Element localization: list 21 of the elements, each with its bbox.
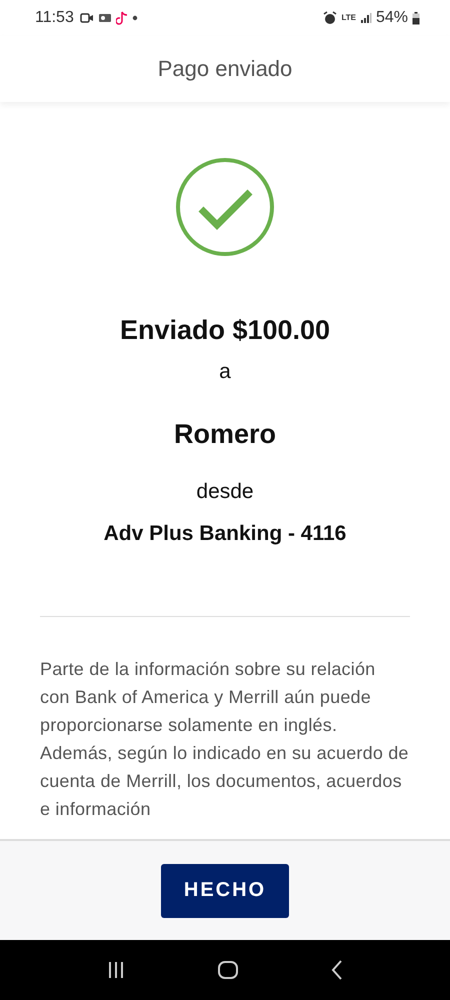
amount-sent: Enviado $100.00 — [120, 315, 330, 346]
battery-percent: 54% — [376, 9, 408, 27]
recipient-name: Romero — [174, 419, 276, 450]
notification-icon — [98, 12, 112, 24]
account-name: Adv Plus Banking - 4116 — [104, 522, 346, 546]
check-icon — [175, 157, 275, 257]
done-button[interactable]: HECHO — [161, 864, 289, 918]
disclaimer-text: Parte de la información sobre su relación con Bank of America y Merrill aún puede proporcionarse solamente en inglés. Además, según lo indicado en su acuerdo de cuenta de Merrill, los documentos, acuerdos e información — [40, 658, 410, 821]
network-label: LTE — [341, 14, 356, 22]
from-label: desde — [196, 480, 254, 504]
battery-icon — [412, 12, 420, 24]
video-camera-icon — [80, 12, 94, 24]
status-time: 11:53 — [35, 9, 74, 27]
back-icon[interactable] — [330, 960, 344, 980]
signal-icon — [360, 12, 372, 24]
alarm-icon — [323, 11, 338, 25]
music-note-icon — [116, 11, 128, 25]
home-icon[interactable] — [216, 960, 239, 980]
page-title: Pago enviado — [158, 56, 292, 82]
to-label: a — [219, 360, 231, 384]
dot-icon — [132, 15, 138, 21]
